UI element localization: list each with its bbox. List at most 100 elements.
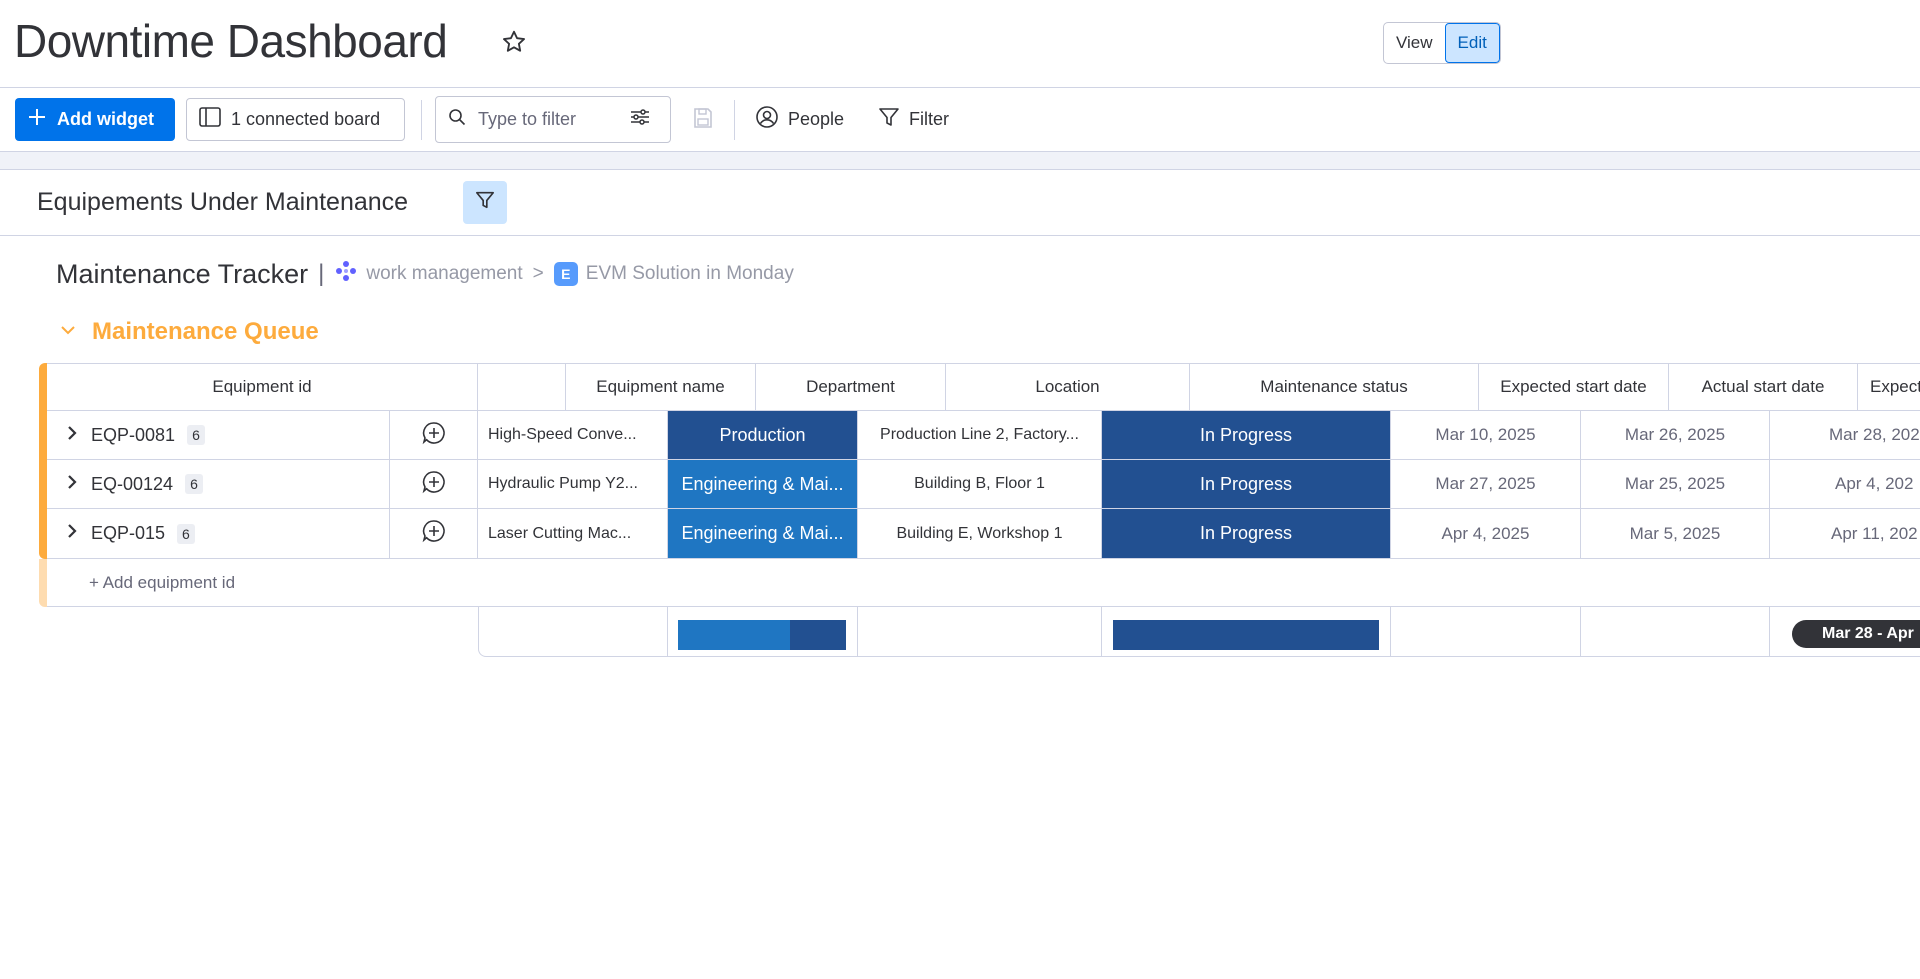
table-row-id-cell[interactable]: EQ-00124 6 <box>47 460 390 509</box>
search-icon <box>448 108 466 131</box>
department-status-cell[interactable]: Production <box>668 411 858 460</box>
connected-boards-button[interactable]: 1 connected board <box>186 98 405 141</box>
widget-title: Equipements Under Maintenance <box>37 188 409 216</box>
filter-input[interactable] <box>478 109 618 130</box>
filter-settings-icon[interactable] <box>630 108 650 131</box>
toolbar: Add widget 1 connected board People Filt… <box>0 88 1920 152</box>
summary-cell-expected-end: Mar 28 - Apr <box>1770 607 1920 657</box>
chevron-down-icon[interactable] <box>58 320 78 345</box>
chevron-right-icon[interactable] <box>65 425 79 446</box>
expected-end-date-cell[interactable]: Mar 28, 202 <box>1770 411 1920 460</box>
chevron-right-icon[interactable] <box>65 474 79 495</box>
workspace-name: work management <box>366 263 523 284</box>
column-header-location[interactable]: Location <box>946 363 1190 411</box>
work-management-icon <box>334 259 358 289</box>
expected-start-date-cell[interactable]: Mar 10, 2025 <box>1391 411 1581 460</box>
dashboard-header: Downtime Dashboard View Edit <box>0 0 1920 88</box>
expected-start-date-cell[interactable]: Apr 4, 2025 <box>1391 509 1581 559</box>
table-row-id-cell[interactable]: EQP-0081 6 <box>47 411 390 460</box>
subitem-count-badge: 6 <box>185 474 203 494</box>
group-color-bar-light <box>39 559 47 607</box>
add-update-icon[interactable] <box>421 469 447 500</box>
filter-box[interactable] <box>435 96 671 143</box>
add-equipment-id-button[interactable]: + Add equipment id <box>89 573 235 593</box>
department-segment-production <box>790 620 846 650</box>
column-header-equipment-name[interactable]: Equipment name <box>566 363 756 411</box>
page-title: Downtime Dashboard <box>14 15 448 67</box>
column-header-department[interactable]: Department <box>756 363 946 411</box>
board-link-label: EVM Solution in Monday <box>585 263 794 284</box>
star-icon[interactable] <box>500 28 528 56</box>
location-cell[interactable]: Production Line 2, Factory... <box>858 411 1102 460</box>
equipment-name-cell[interactable]: High-Speed Conve... <box>478 411 668 460</box>
summary-cell-location <box>858 607 1102 657</box>
equipment-name-cell[interactable]: Hydraulic Pump Y2... <box>478 460 668 509</box>
column-header-actual-start-date[interactable]: Actual start date <box>1669 363 1858 411</box>
department-status-cell[interactable]: Engineering & Mai... <box>668 509 858 559</box>
toolbar-divider <box>421 100 422 140</box>
expected-end-date-cell[interactable]: Apr 4, 202 <box>1770 460 1920 509</box>
updates-cell[interactable] <box>390 509 478 559</box>
column-header-expected-start-date[interactable]: Expected start date <box>1479 363 1669 411</box>
location-cell[interactable]: Building E, Workshop 1 <box>858 509 1102 559</box>
equipment-name-cell[interactable]: Laser Cutting Mac... <box>478 509 668 559</box>
subitem-count-badge: 6 <box>177 523 195 544</box>
save-icon[interactable] <box>692 107 714 134</box>
actual-start-date-cell[interactable]: Mar 26, 2025 <box>1581 411 1770 460</box>
people-filter-button[interactable]: People <box>755 98 844 141</box>
edit-button[interactable]: Edit <box>1444 23 1500 63</box>
board-badge: E <box>553 262 578 286</box>
summary-cell-department <box>668 607 858 657</box>
board-link[interactable]: E EVM Solution in Monday <box>553 262 794 286</box>
connected-boards-label: 1 connected board <box>231 109 381 129</box>
breadcrumb: Maintenance Tracker | work management > … <box>56 258 794 290</box>
group-title: Maintenance Queue <box>92 318 319 345</box>
view-button[interactable]: View <box>1384 23 1445 63</box>
updates-cell[interactable] <box>390 411 478 460</box>
add-update-icon[interactable] <box>421 518 447 549</box>
equipment-id: EQP-015 <box>91 523 166 543</box>
filter-label: Filter <box>909 109 949 129</box>
department-segment-engineering <box>678 620 790 650</box>
group-color-bar <box>39 363 47 559</box>
summary-cell-status <box>1102 607 1391 657</box>
equipment-id: EQ-00124 <box>91 473 174 494</box>
people-label: People <box>788 109 845 129</box>
updates-cell[interactable] <box>390 460 478 509</box>
person-icon <box>755 105 779 134</box>
department-status-cell[interactable]: Engineering & Mai... <box>668 460 858 509</box>
status-distribution-bar[interactable] <box>1113 620 1379 650</box>
chevron-right-icon: > <box>532 263 544 284</box>
column-header-maintenance-status[interactable]: Maintenance status <box>1190 363 1479 411</box>
subitem-count-badge: 6 <box>187 425 205 445</box>
add-update-icon[interactable] <box>421 420 447 451</box>
add-item-row[interactable]: + Add equipment id <box>47 559 1920 607</box>
widget-divider-band <box>0 152 1920 170</box>
chevron-right-icon[interactable] <box>65 523 79 544</box>
column-header-equipment-id[interactable]: Equipment id <box>47 363 478 411</box>
timeline-range-pill[interactable]: Mar 28 - Apr <box>1792 620 1920 648</box>
maintenance-status-cell[interactable]: In Progress <box>1102 411 1391 460</box>
column-header-expected-end[interactable]: Expected end <box>1858 363 1920 411</box>
table-row-id-cell[interactable]: EQP-015 6 <box>47 509 390 559</box>
summary-cell-expected-start <box>1391 607 1581 657</box>
location-cell[interactable]: Building B, Floor 1 <box>858 460 1102 509</box>
maintenance-status-cell[interactable]: In Progress <box>1102 460 1391 509</box>
filter-button[interactable]: Filter <box>878 98 949 141</box>
summary-cell-equipment-name <box>478 607 668 657</box>
actual-start-date-cell[interactable]: Mar 5, 2025 <box>1581 509 1770 559</box>
add-widget-button[interactable]: Add widget <box>15 98 175 141</box>
widget-filter-button[interactable] <box>463 181 507 224</box>
department-distribution-bar[interactable] <box>678 620 846 650</box>
funnel-icon <box>475 190 495 215</box>
actual-start-date-cell[interactable]: Mar 25, 2025 <box>1581 460 1770 509</box>
expected-start-date-cell[interactable]: Mar 27, 2025 <box>1391 460 1581 509</box>
group-header[interactable]: Maintenance Queue <box>58 318 319 346</box>
expected-end-date-cell[interactable]: Apr 11, 202 <box>1770 509 1920 559</box>
workspace-link[interactable]: work management <box>334 259 523 289</box>
maintenance-status-cell[interactable]: In Progress <box>1102 509 1391 559</box>
add-widget-label: Add widget <box>57 109 154 129</box>
funnel-icon <box>878 106 900 133</box>
board-name: Maintenance Tracker <box>56 258 309 289</box>
breadcrumb-separator: | <box>318 260 325 287</box>
